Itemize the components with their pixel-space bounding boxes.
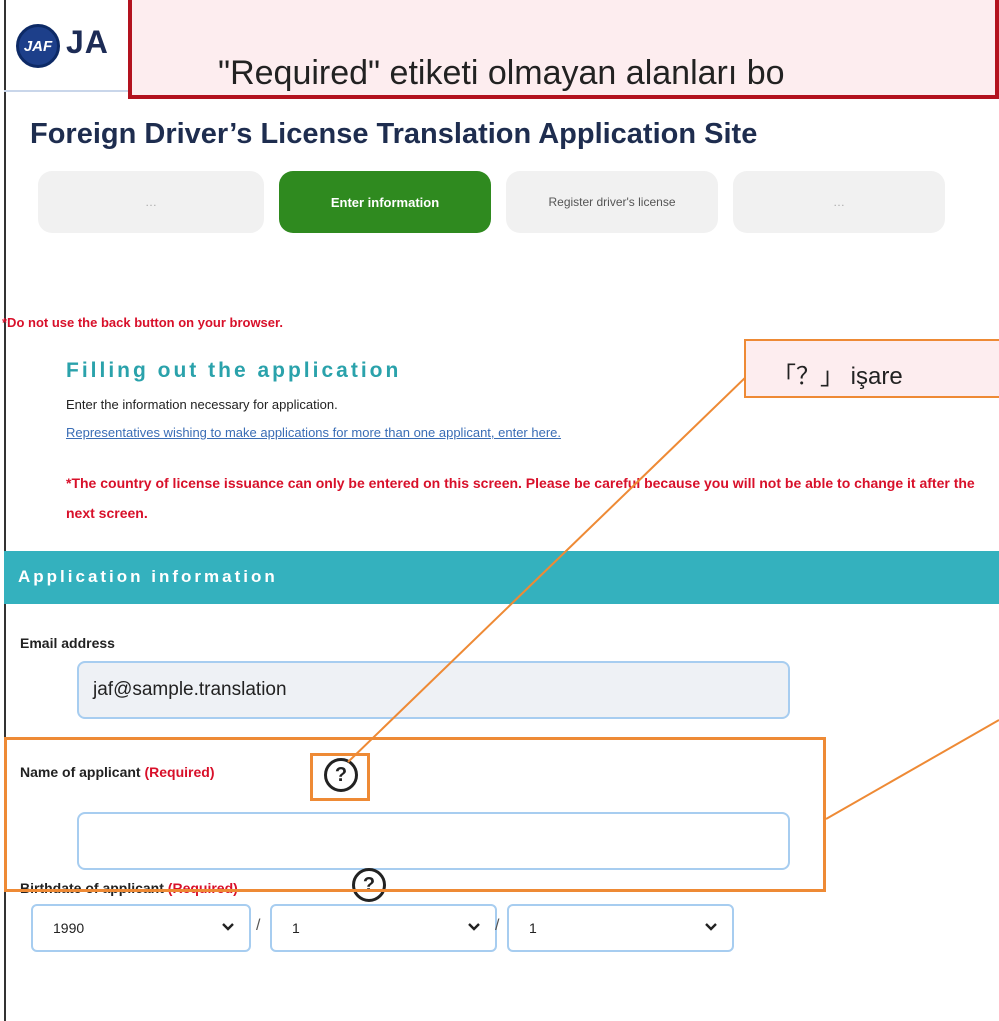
banner-text: "Required" etiketi olmayan alanları bo [218,54,785,92]
annotation-lines [347,373,999,820]
instruction-banner: "Required" etiketi olmayan alanları bo [128,0,999,99]
help-icon-callout: 「？」 işare [744,339,999,398]
callout-text: 「？」 işare [772,363,903,390]
